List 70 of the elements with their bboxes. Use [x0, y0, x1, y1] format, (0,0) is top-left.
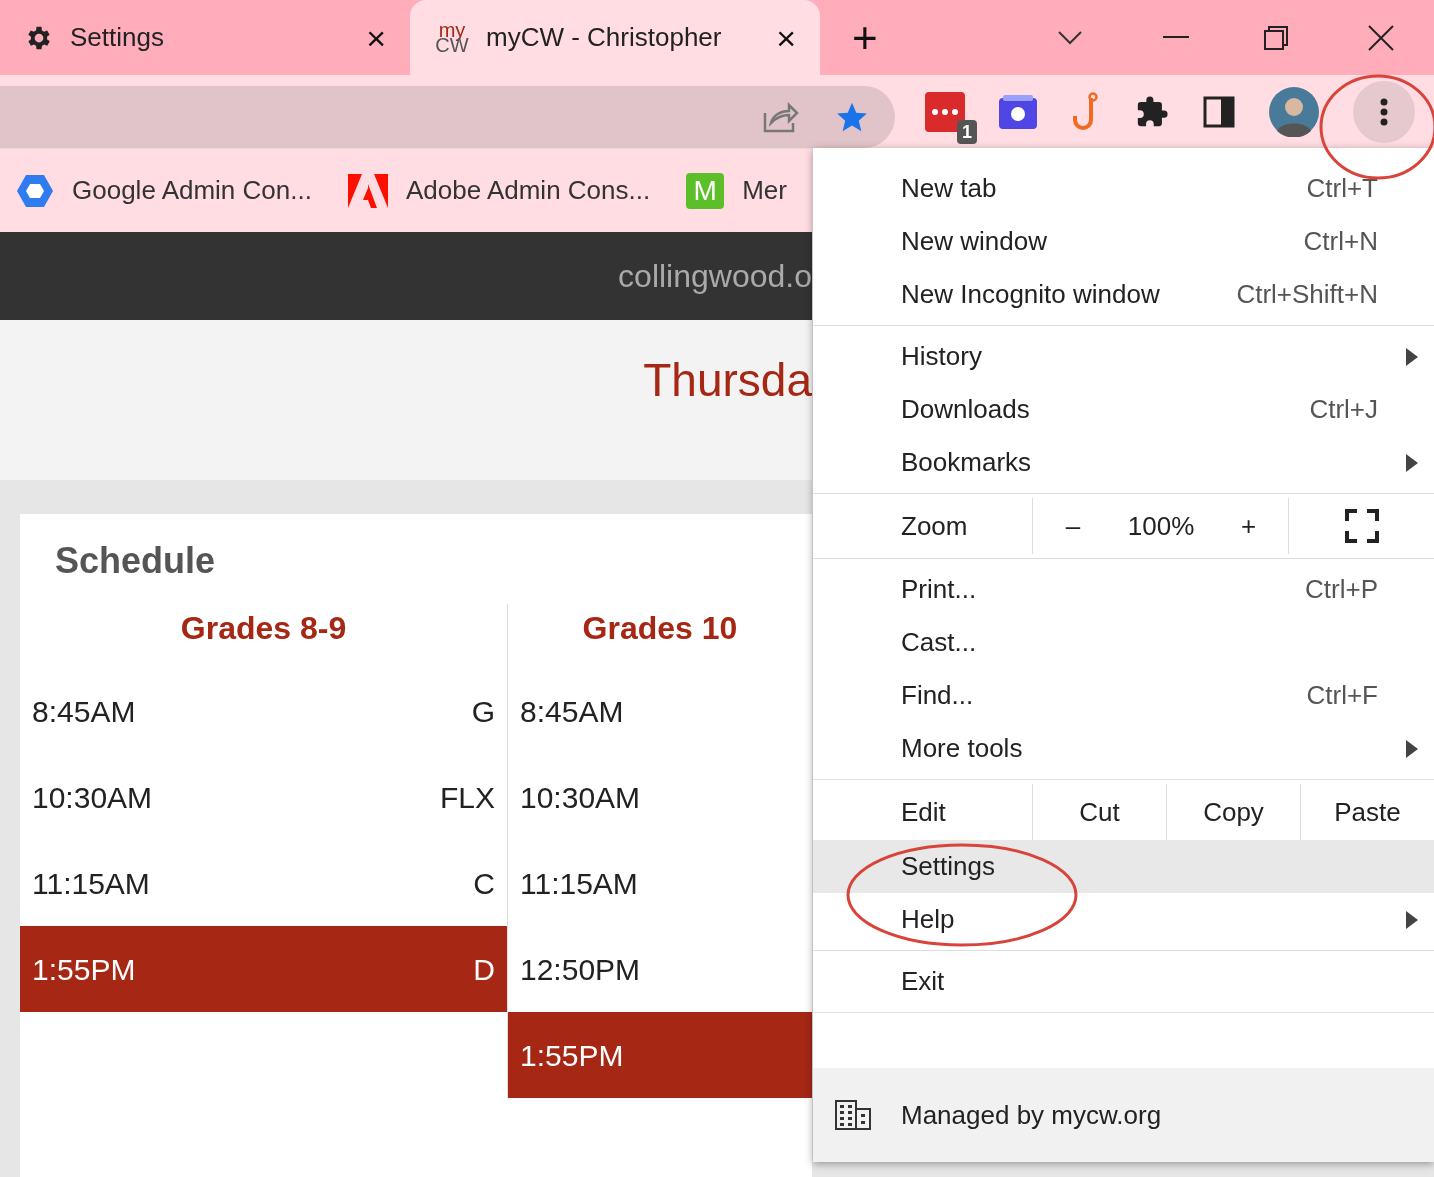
shortcut-text: Ctrl+J — [1309, 393, 1378, 426]
dots-icon — [931, 107, 959, 116]
block-time: 11:15AM — [32, 865, 150, 902]
block-time: 8:45AM — [520, 693, 624, 730]
menu-item[interactable]: Downloads Ctrl+J — [813, 383, 1434, 436]
site-name: collingwood.o — [618, 257, 812, 296]
menu-item[interactable]: History — [813, 330, 1434, 383]
menu-item[interactable]: More tools — [813, 722, 1434, 775]
extension-icon[interactable] — [999, 94, 1037, 129]
shortcut-text: Ctrl+Shift+N — [1236, 278, 1378, 311]
zoom-value: 100% — [1126, 509, 1196, 543]
bookmark-item[interactable]: Adobe Admin Cons... — [347, 171, 651, 210]
site-favicon: my CW — [434, 22, 470, 53]
side-panel-icon[interactable] — [1203, 95, 1235, 128]
fullscreen-icon — [1344, 509, 1379, 543]
shortcut-text: Ctrl+P — [1305, 573, 1378, 606]
zoom-out-button[interactable]: – — [1033, 498, 1113, 554]
notification-badge: 1 — [957, 119, 977, 144]
shortcut-text: Ctrl+N — [1303, 225, 1378, 258]
shortcut-text: Ctrl+T — [1306, 172, 1378, 205]
restore-icon[interactable] — [1264, 25, 1288, 50]
menu-item[interactable]: Print... Ctrl+P — [813, 563, 1434, 616]
block-time: 8:45AM — [32, 693, 136, 730]
block-letter: D — [473, 951, 495, 988]
block-letter: G — [471, 693, 495, 730]
bookmark-item[interactable]: M Mer — [686, 171, 787, 210]
block-time: 12:50PM — [520, 951, 641, 988]
column-heading: Grades 10 — [581, 609, 739, 648]
close-tab-button[interactable]: × — [776, 20, 796, 55]
adobe-icon — [347, 173, 388, 208]
menu-item[interactable]: New tab Ctrl+T — [813, 162, 1434, 215]
menu-item[interactable]: Bookmarks — [813, 436, 1434, 489]
card-title: Schedule — [54, 539, 217, 583]
building-icon — [835, 1100, 871, 1130]
tab-title: myCW - Christopher — [486, 21, 723, 54]
zoom-label: Zoom — [813, 498, 1033, 554]
menu-item[interactable]: New Incognito window Ctrl+Shift+N — [813, 268, 1434, 321]
managed-by-text: Managed by mycw.org — [901, 1098, 1162, 1132]
share-icon[interactable] — [763, 100, 799, 133]
menu-button[interactable] — [1353, 80, 1415, 143]
block-letter: FLX — [439, 779, 495, 816]
block-time: 10:30AM — [520, 779, 641, 816]
menu-item[interactable]: Help — [813, 893, 1434, 946]
menu-item[interactable]: Exit — [813, 955, 1434, 1008]
extension-icon[interactable] — [925, 91, 965, 132]
column-heading: Grades 8-9 — [179, 609, 348, 648]
close-icon[interactable] — [1368, 24, 1394, 51]
block-time: 1:55PM — [520, 1037, 624, 1074]
edit-action-button[interactable]: Paste — [1301, 784, 1434, 840]
avatar[interactable] — [1269, 86, 1319, 137]
menu-item[interactable]: Settings — [813, 840, 1434, 893]
block-time: 10:30AM — [32, 779, 153, 816]
menu-item[interactable]: New window Ctrl+N — [813, 215, 1434, 268]
block-letter: C — [473, 865, 495, 902]
chevron-down-icon[interactable] — [1057, 29, 1083, 46]
tab-title: Settings — [70, 21, 165, 54]
hexagon-icon — [16, 173, 54, 208]
bookmark-favicon: M — [686, 172, 725, 209]
more-icon — [1380, 97, 1388, 126]
zoom-in-button[interactable]: + — [1209, 498, 1289, 554]
puzzle-icon[interactable] — [1135, 94, 1169, 129]
bookmark-item[interactable]: Google Admin Con... — [16, 171, 312, 210]
new-tab-button[interactable]: + — [820, 0, 910, 75]
block-time: 11:15AM — [520, 865, 638, 902]
menu-item[interactable]: Find... Ctrl+F — [813, 669, 1434, 722]
close-tab-button[interactable]: × — [366, 20, 386, 55]
shortcut-text: Ctrl+F — [1306, 679, 1378, 712]
block-time: 1:55PM — [32, 951, 136, 988]
menu-item[interactable]: Cast... — [813, 616, 1434, 669]
date-heading: Thursda — [643, 353, 812, 402]
